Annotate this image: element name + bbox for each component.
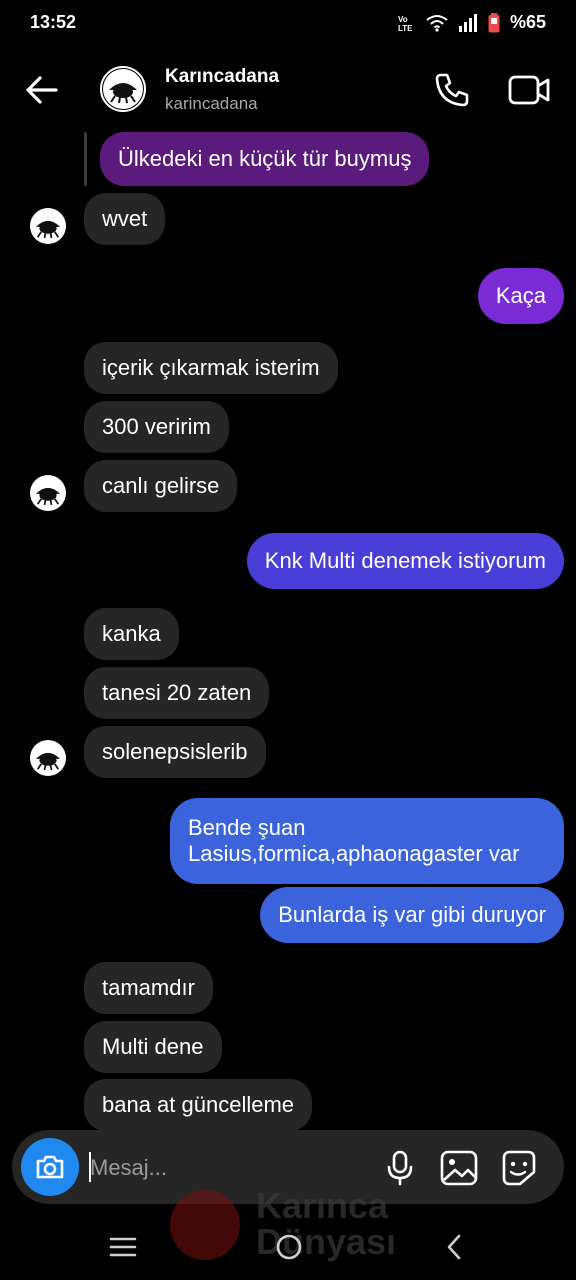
reply-quote-bubble[interactable]: Ülkedeki en küçük tür buymuş xyxy=(100,132,430,186)
gallery-icon[interactable] xyxy=(438,1148,480,1188)
sender-avatar[interactable] xyxy=(30,208,66,244)
reply-indicator-bar xyxy=(84,132,87,186)
svg-text:LTE: LTE xyxy=(398,24,413,33)
message-incoming[interactable]: içerik çıkarmak isterim xyxy=(84,342,338,394)
message-input[interactable] xyxy=(90,1150,370,1186)
home-icon[interactable] xyxy=(274,1232,304,1262)
volte-icon: VoLTE xyxy=(398,15,413,33)
battery-icon xyxy=(488,12,500,32)
message-incoming[interactable]: tamamdır xyxy=(84,962,213,1014)
back-arrow-icon[interactable] xyxy=(22,70,62,110)
sender-avatar[interactable] xyxy=(30,475,66,511)
status-indicators: Vo LTE %65 xyxy=(398,12,546,33)
message-incoming[interactable]: canlı gelirse xyxy=(84,460,238,512)
phone-call-icon[interactable] xyxy=(432,70,472,110)
status-bar: 13:52 Vo LTE %65 xyxy=(0,0,576,50)
sticker-icon[interactable] xyxy=(498,1148,540,1188)
sender-avatar[interactable] xyxy=(30,740,66,776)
profile-logo-icon xyxy=(103,69,143,109)
svg-text:Vo: Vo xyxy=(398,15,408,24)
message-incoming[interactable]: Multi dene xyxy=(84,1021,222,1073)
message-incoming[interactable]: wvet xyxy=(84,193,166,245)
camera-icon xyxy=(36,1155,64,1179)
message-incoming[interactable]: tanesi 20 zaten xyxy=(84,667,270,719)
nav-back-icon[interactable] xyxy=(440,1232,470,1262)
message-outgoing[interactable]: Bunlarda iş var gibi duruyor xyxy=(260,887,564,943)
video-call-icon[interactable] xyxy=(506,70,552,110)
watermark-logo xyxy=(170,1190,240,1260)
header-avatar[interactable] xyxy=(100,66,146,112)
camera-button[interactable] xyxy=(21,1138,79,1196)
wifi-icon xyxy=(426,14,448,32)
recent-apps-icon[interactable] xyxy=(108,1232,138,1262)
microphone-icon[interactable] xyxy=(380,1148,420,1188)
signal-icon xyxy=(458,13,477,32)
message-incoming[interactable]: solenepsislerib xyxy=(84,726,266,778)
profile-logo-icon xyxy=(30,208,66,244)
watermark-line: Karınca xyxy=(256,1185,389,1226)
message-incoming[interactable]: bana at güncelleme xyxy=(84,1079,313,1131)
battery-percent: %65 xyxy=(509,12,546,32)
message-outgoing[interactable]: Knk Multi denemek istiyorum xyxy=(246,533,564,589)
contact-username[interactable]: karincadana xyxy=(165,94,258,114)
message-outgoing[interactable]: Kaça xyxy=(477,268,564,324)
contact-name[interactable]: Karıncadana xyxy=(165,66,279,88)
message-outgoing[interactable]: Bende şuan Lasius,formica,aphaonagaster … xyxy=(170,798,564,884)
profile-logo-icon xyxy=(30,740,66,776)
profile-logo-icon xyxy=(30,475,66,511)
status-time: 13:52 xyxy=(30,12,77,32)
message-incoming[interactable]: 300 veririm xyxy=(84,401,229,453)
message-line: Lasius,formica,aphaonagaster var xyxy=(188,841,520,866)
message-line: Bende şuan xyxy=(188,815,306,840)
message-incoming[interactable]: kanka xyxy=(84,608,179,660)
